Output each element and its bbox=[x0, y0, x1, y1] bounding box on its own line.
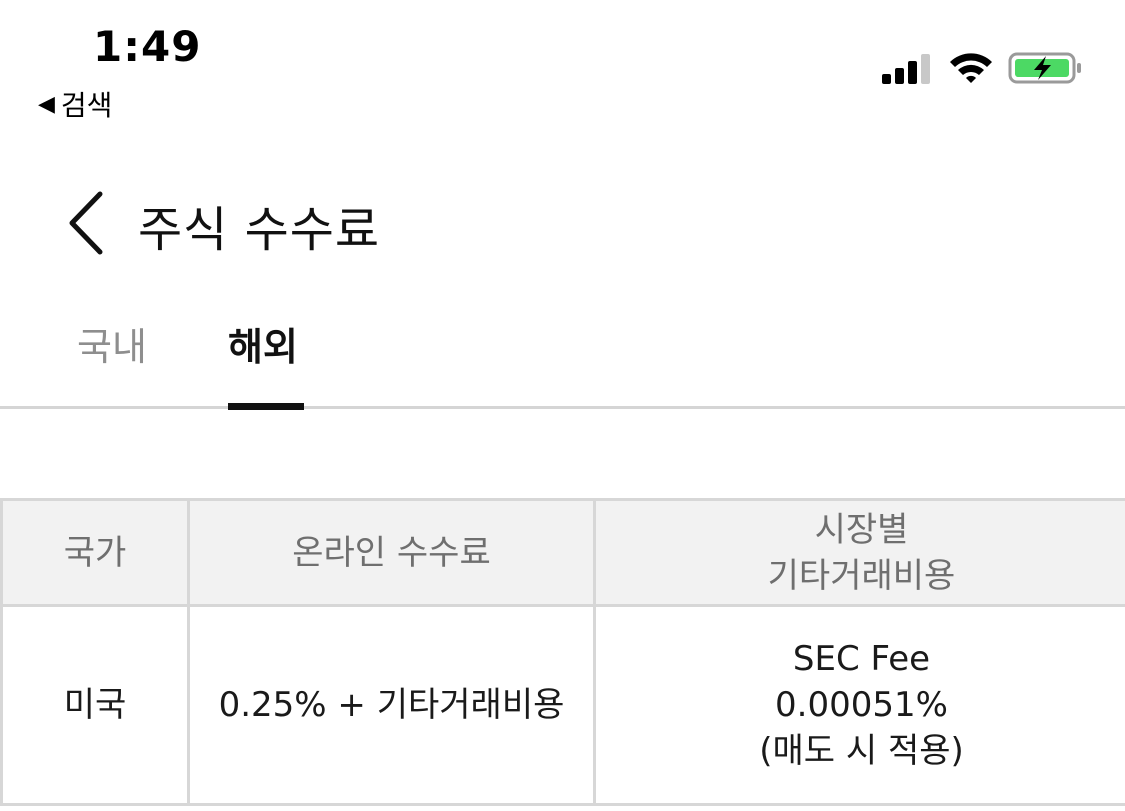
header-other-cost-line1: 시장별 bbox=[814, 509, 909, 550]
back-triangle-icon: ◀ bbox=[38, 91, 55, 117]
tab-domestic[interactable]: 국내 bbox=[77, 316, 147, 371]
header-other-cost: 시장별 기타거래비용 bbox=[593, 498, 1125, 607]
cell-other-cost-line3: (매도 시 적용) bbox=[759, 731, 964, 771]
status-back-label: 검색 bbox=[60, 89, 113, 122]
tab-overseas[interactable]: 해외 bbox=[228, 316, 298, 371]
header-online-fee: 온라인 수수료 bbox=[187, 498, 596, 607]
cell-other-cost-line1: SEC Fee bbox=[792, 639, 931, 679]
wifi-icon bbox=[950, 53, 992, 83]
chevron-left-icon[interactable] bbox=[66, 190, 106, 256]
cell-other-cost: SEC Fee 0.00051% (매도 시 적용) bbox=[593, 604, 1125, 806]
page-title: 주식 수수료 bbox=[138, 202, 381, 258]
status-back-button[interactable]: ◀ 검색 bbox=[38, 84, 112, 124]
cell-online-fee: 0.25% + 기타거래비용 bbox=[187, 604, 596, 806]
screen: 1:49 ◀ 검색 주식 수수료 국내 해외 국가 온라인 수수료 시장별 기타… bbox=[0, 0, 1125, 811]
cell-other-cost-line2: 0.00051% bbox=[775, 685, 948, 725]
fee-table: 국가 온라인 수수료 시장별 기타거래비용 미국 0.25% + 기타거래비용 … bbox=[0, 498, 1125, 806]
header-country: 국가 bbox=[0, 498, 190, 607]
active-tab-indicator bbox=[228, 403, 304, 410]
table-row: 미국 0.25% + 기타거래비용 SEC Fee 0.00051% (매도 시… bbox=[0, 604, 1125, 806]
battery-charging-icon bbox=[1008, 52, 1081, 84]
cellular-signal-icon bbox=[882, 54, 930, 84]
tabs-divider bbox=[0, 406, 1125, 409]
header-other-cost-line2: 기타거래비용 bbox=[767, 555, 956, 596]
status-time: 1:49 bbox=[93, 22, 202, 71]
cell-country: 미국 bbox=[0, 604, 190, 806]
table-header-row: 국가 온라인 수수료 시장별 기타거래비용 bbox=[0, 498, 1125, 607]
